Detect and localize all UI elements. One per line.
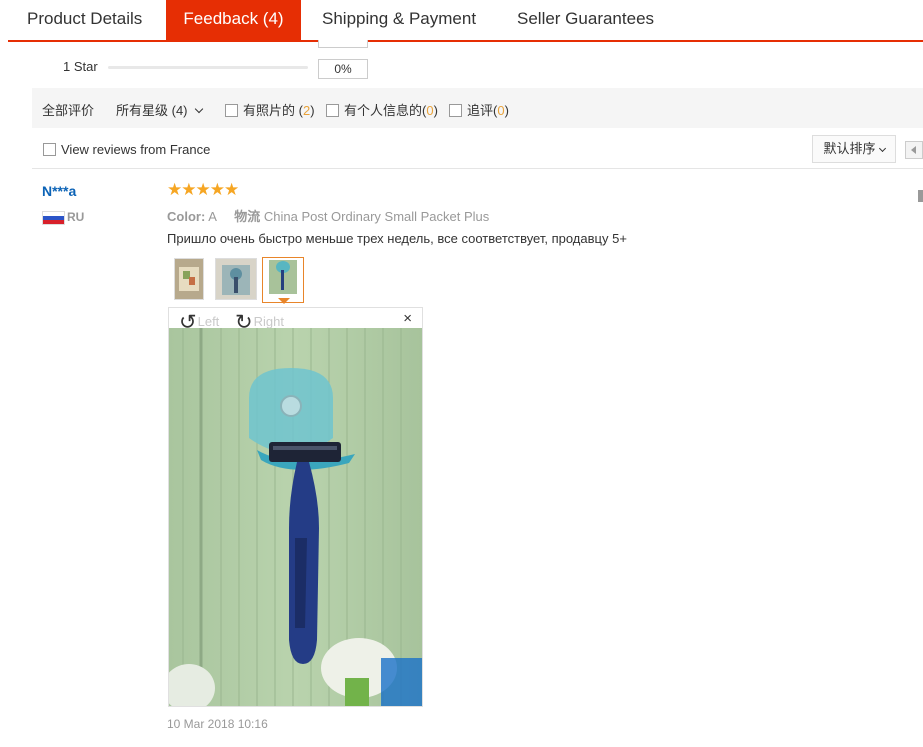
tab-feedback[interactable]: Feedback (4) bbox=[166, 0, 301, 40]
review-photo-large bbox=[169, 328, 422, 706]
rating-row-label: 1 Star bbox=[63, 59, 98, 74]
divider bbox=[32, 168, 923, 169]
chevron-down-icon bbox=[194, 104, 203, 114]
logistics-value: China Post Ordinary Small Packet Plus bbox=[263, 209, 490, 224]
review-text: Пришло очень быстро меньше трех недель, … bbox=[167, 231, 627, 246]
feedback-filter-bar: 全部评价 所有星级 (4) 有照片的 (2) 有个人信息的(0) 追评(0) bbox=[32, 88, 923, 128]
photo-thumbnail-3 bbox=[269, 260, 297, 294]
order-attributes: Color: A 物流 China Post Ordinary Small Pa… bbox=[167, 206, 489, 225]
color-value: A bbox=[208, 209, 217, 224]
review-photo-thumbnail[interactable] bbox=[215, 258, 257, 300]
tab-seller-guarantees[interactable]: Seller Guarantees bbox=[517, 0, 654, 40]
review-date: 10 Mar 2018 10:16 bbox=[167, 717, 268, 731]
country-filter[interactable]: View reviews from France bbox=[43, 142, 210, 157]
close-icon[interactable]: × bbox=[403, 310, 412, 327]
scrollbar-thumb[interactable] bbox=[918, 190, 923, 202]
photo-thumbnail-1 bbox=[175, 259, 203, 299]
sort-label: 默认排序 bbox=[823, 141, 876, 156]
rating-row-partial-percent bbox=[318, 40, 368, 48]
rating-row-percent: 0% bbox=[318, 59, 368, 79]
photos-label: 有照片的 ( bbox=[243, 103, 303, 118]
rating-row-bar bbox=[108, 66, 308, 69]
tab-bar: Product Details Feedback (4) Shipping & … bbox=[8, 0, 923, 42]
paren: ) bbox=[504, 103, 509, 118]
additional-reviews-count: 0 bbox=[497, 103, 505, 118]
color-label: Color: bbox=[167, 209, 206, 224]
review-photo-thumbnail[interactable] bbox=[174, 258, 204, 300]
personal-info-label: 有个人信息的( bbox=[344, 103, 427, 118]
rotate-left-label: Left bbox=[197, 314, 220, 329]
reviewer-name[interactable]: N***a bbox=[42, 183, 76, 199]
sort-select[interactable]: 默认排序 bbox=[812, 135, 896, 163]
personal-info-count: 0 bbox=[426, 103, 434, 118]
star-filter-select[interactable]: 所有星级 (4) bbox=[116, 100, 203, 119]
rotate-right-label: Right bbox=[253, 314, 284, 329]
review-photo-thumbnail-selected[interactable] bbox=[262, 257, 304, 303]
filter-with-photos[interactable]: 有照片的 (2) bbox=[225, 100, 315, 119]
filter-all-reviews[interactable]: 全部评价 bbox=[42, 100, 94, 119]
filter-personal-info[interactable]: 有个人信息的(0) bbox=[326, 100, 438, 119]
filter-additional-reviews[interactable]: 追评(0) bbox=[449, 100, 509, 119]
additional-reviews-checkbox[interactable] bbox=[449, 104, 462, 117]
photo-thumbnail-2 bbox=[216, 259, 256, 299]
previous-page-button[interactable] bbox=[905, 141, 923, 159]
star-rating: ★★★★★ bbox=[167, 180, 239, 199]
additional-reviews-label: 追评( bbox=[467, 103, 498, 118]
tab-product-details[interactable]: Product Details bbox=[27, 0, 142, 40]
country-filter-checkbox[interactable] bbox=[43, 143, 56, 156]
russia-flag-icon bbox=[42, 211, 65, 225]
country-filter-label: View reviews from France bbox=[61, 142, 211, 157]
logistics-label: 物流 bbox=[234, 209, 261, 224]
personal-info-checkbox[interactable] bbox=[326, 104, 339, 117]
paren: ) bbox=[310, 103, 315, 118]
tab-shipping-payment[interactable]: Shipping & Payment bbox=[322, 0, 476, 40]
star-filter-label: 所有星级 (4) bbox=[116, 103, 188, 118]
photos-checkbox[interactable] bbox=[225, 104, 238, 117]
razor-photo bbox=[169, 328, 422, 706]
photo-viewer: ↺Left ↻Right × bbox=[168, 307, 423, 707]
reviewer-country: RU bbox=[67, 210, 85, 224]
paren: ) bbox=[433, 103, 438, 118]
selected-thumbnail-pointer bbox=[278, 298, 290, 304]
chevron-down-icon bbox=[878, 144, 886, 153]
